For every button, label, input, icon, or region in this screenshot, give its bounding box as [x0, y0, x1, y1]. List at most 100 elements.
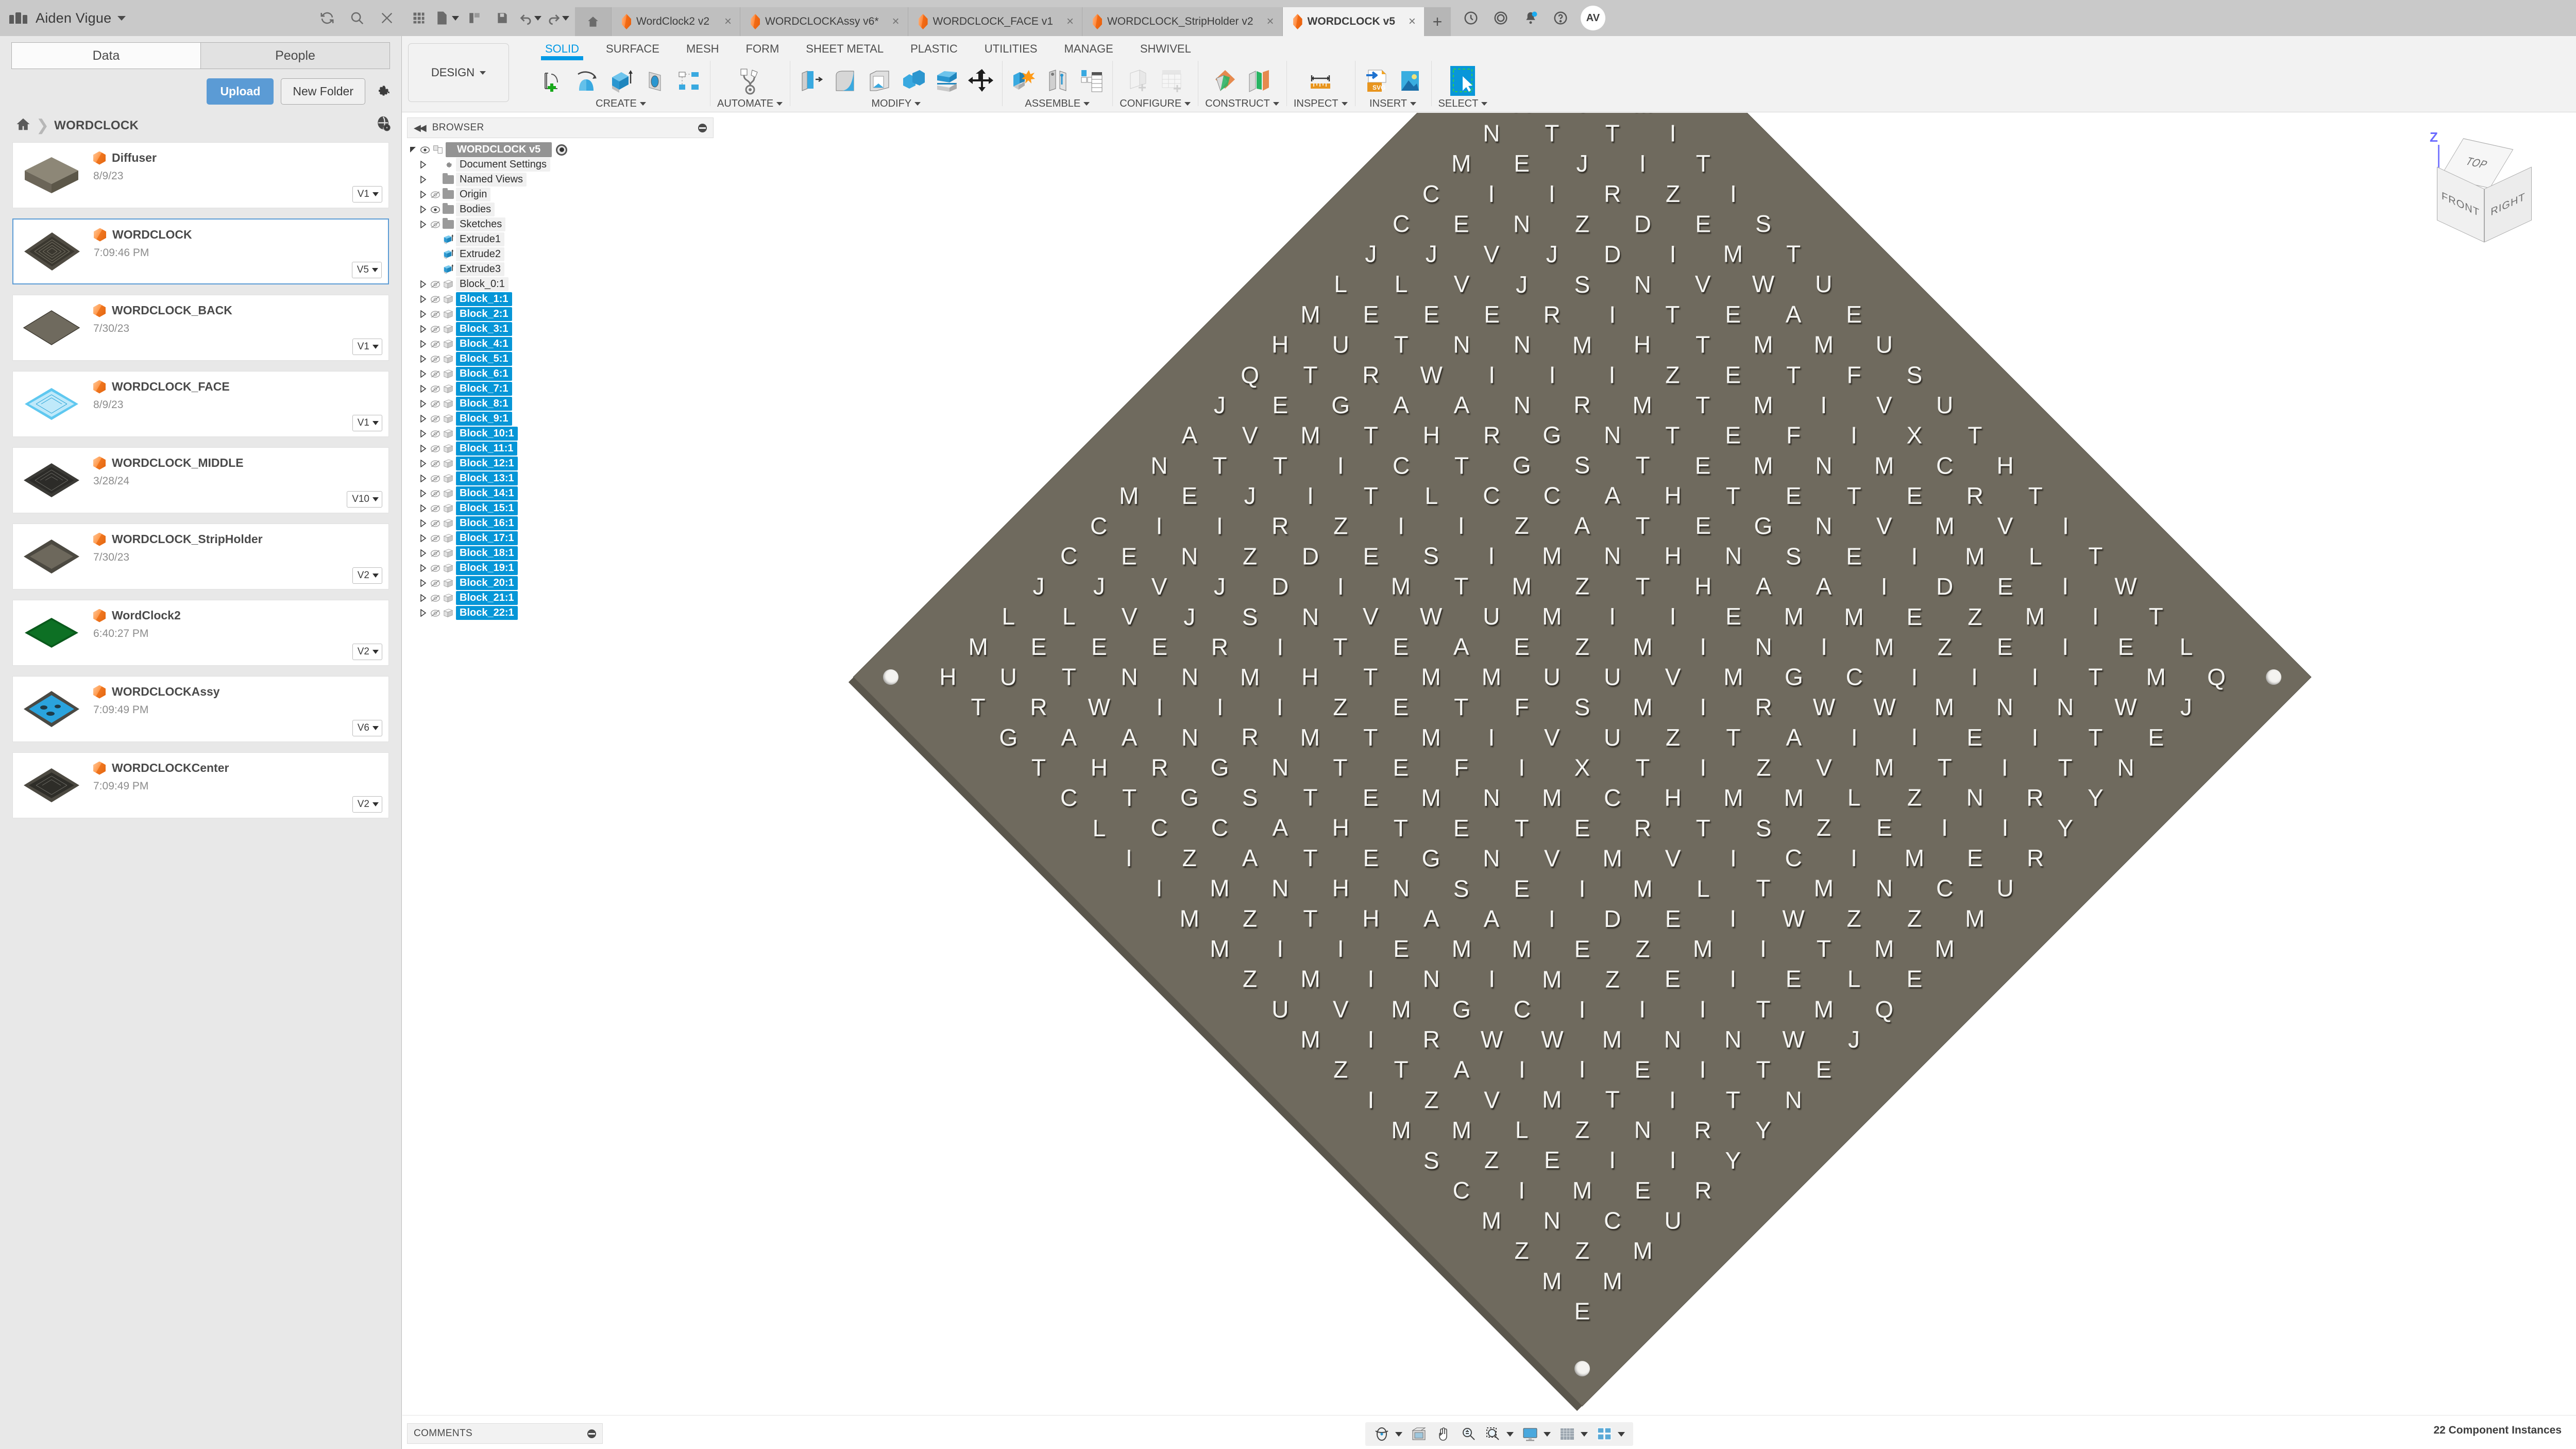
- visibility-eye-icon[interactable]: [429, 460, 442, 468]
- close-icon[interactable]: ×: [1253, 15, 1274, 28]
- grid-icon[interactable]: [405, 0, 433, 36]
- tab-data[interactable]: Data: [11, 42, 200, 69]
- expand-arrow-icon[interactable]: [407, 146, 418, 154]
- expand-arrow-icon[interactable]: [417, 340, 429, 348]
- look-at-icon[interactable]: [1406, 1422, 1431, 1446]
- ribbon-group-label[interactable]: ASSEMBLE: [1025, 98, 1090, 110]
- ribbon-group-label[interactable]: CREATE: [596, 98, 646, 110]
- undo-icon[interactable]: [516, 0, 544, 36]
- tab-people[interactable]: People: [200, 42, 390, 69]
- list-item[interactable]: WORDCLOCK_MIDDLE 3/28/24 V10: [12, 447, 389, 513]
- expand-arrow-icon[interactable]: [417, 295, 429, 303]
- ribbon-group-label[interactable]: AUTOMATE: [717, 98, 783, 110]
- split-body-icon[interactable]: [933, 65, 961, 97]
- expand-arrow-icon[interactable]: [417, 385, 429, 393]
- browser-tree-item[interactable]: Extrude3: [407, 262, 714, 277]
- expand-arrow-icon[interactable]: [417, 370, 429, 378]
- workspace-switcher-design[interactable]: DESIGN: [408, 43, 509, 102]
- list-item[interactable]: WORDCLOCKCenter 7:09:49 PM V2: [12, 752, 389, 818]
- ribbon-group-label[interactable]: CONSTRUCT: [1205, 98, 1279, 110]
- browser-tree-item[interactable]: Origin: [407, 187, 714, 202]
- visibility-eye-icon[interactable]: [429, 549, 442, 558]
- close-icon[interactable]: ×: [711, 15, 732, 28]
- close-icon[interactable]: ×: [879, 15, 900, 28]
- visibility-eye-icon[interactable]: [429, 564, 442, 572]
- doc-tab-3[interactable]: WORDCLOCK_StripHolder v2 ×: [1081, 7, 1282, 36]
- expand-arrow-icon[interactable]: [417, 206, 429, 213]
- activate-component-radio[interactable]: [556, 144, 568, 156]
- visibility-eye-icon[interactable]: [429, 415, 442, 423]
- expand-arrow-icon[interactable]: [417, 490, 429, 497]
- doc-tab-1[interactable]: WORDCLOCKAssy v6* ×: [740, 7, 908, 36]
- expand-arrow-icon[interactable]: [417, 310, 429, 318]
- visibility-eye-icon[interactable]: [429, 280, 442, 289]
- browser-tree-item[interactable]: Named Views: [407, 172, 714, 187]
- expand-arrow-icon[interactable]: [417, 176, 429, 183]
- expand-arrow-icon[interactable]: [417, 400, 429, 408]
- expand-arrow-icon[interactable]: [417, 445, 429, 452]
- globe-eye-icon[interactable]: [376, 116, 392, 135]
- select-window-icon[interactable]: [1449, 65, 1477, 97]
- joint-icon[interactable]: [1043, 65, 1071, 97]
- list-item[interactable]: Diffuser 8/9/23 V1: [12, 142, 389, 208]
- version-dropdown[interactable]: V2: [352, 567, 382, 584]
- visibility-eye-icon[interactable]: [429, 504, 442, 513]
- chevron-down-icon[interactable]: [1544, 1431, 1551, 1437]
- expand-arrow-icon[interactable]: [417, 325, 429, 333]
- visibility-eye-icon[interactable]: [429, 385, 442, 393]
- insert-svg-icon[interactable]: SVG: [1362, 65, 1390, 97]
- expand-arrow-icon[interactable]: [417, 534, 429, 542]
- visibility-eye-icon[interactable]: [429, 430, 442, 438]
- browser-tree-item[interactable]: Extrude2: [407, 247, 714, 262]
- browser-tree-item[interactable]: Extrude1: [407, 232, 714, 247]
- close-icon[interactable]: ×: [1395, 15, 1416, 28]
- new-file-icon[interactable]: [433, 0, 461, 36]
- shell-icon[interactable]: [865, 65, 893, 97]
- visibility-eye-icon[interactable]: [429, 325, 442, 333]
- browser-tree-item[interactable]: Block_4:1: [407, 336, 714, 351]
- browser-tree-item[interactable]: Block_8:1: [407, 396, 714, 411]
- browser-tree-item[interactable]: Block_9:1: [407, 411, 714, 426]
- redo-icon[interactable]: [544, 0, 572, 36]
- visibility-eye-icon[interactable]: [429, 579, 442, 587]
- list-item[interactable]: WORDCLOCK 7:09:46 PM V5: [12, 218, 389, 284]
- orbit-icon[interactable]: [1369, 1422, 1394, 1446]
- list-item[interactable]: WORDCLOCKAssy 7:09:49 PM V6: [12, 676, 389, 742]
- configure-body-icon[interactable]: [1124, 65, 1152, 97]
- notification-bell-icon[interactable]: [1516, 0, 1546, 36]
- ribbon-group-label[interactable]: INSPECT: [1294, 98, 1348, 110]
- expand-arrow-icon[interactable]: [417, 504, 429, 512]
- close-icon[interactable]: ×: [1053, 15, 1074, 28]
- collapse-left-icon[interactable]: ◀◀: [414, 123, 427, 133]
- browser-tree-item[interactable]: Block_16:1: [407, 516, 714, 531]
- browser-tree-item[interactable]: Block_18:1: [407, 546, 714, 561]
- expand-arrow-icon[interactable]: [417, 579, 429, 587]
- visibility-eye-icon[interactable]: [429, 490, 442, 498]
- chevron-down-icon[interactable]: [1395, 1431, 1402, 1437]
- browser-tree-item[interactable]: Block_17:1: [407, 531, 714, 546]
- browser-tree-item[interactable]: Sketches: [407, 217, 714, 232]
- version-dropdown[interactable]: V5: [351, 262, 382, 278]
- browser-tree-item[interactable]: Block_19:1: [407, 561, 714, 576]
- ribbon-tab-manage[interactable]: MANAGE: [1050, 39, 1126, 58]
- save-icon[interactable]: [488, 0, 516, 36]
- visibility-eye-icon[interactable]: [429, 400, 442, 408]
- zoom-icon[interactable]: [1456, 1422, 1481, 1446]
- expand-arrow-icon[interactable]: [417, 415, 429, 423]
- home-icon[interactable]: [15, 116, 31, 134]
- chevron-down-icon[interactable]: [117, 15, 126, 21]
- insert-image-icon[interactable]: [1396, 65, 1424, 97]
- doc-tab-2[interactable]: WORDCLOCK_FACE v1 ×: [907, 7, 1082, 36]
- version-dropdown[interactable]: V1: [352, 186, 382, 203]
- press-pull-icon[interactable]: [797, 65, 825, 97]
- chevron-down-icon[interactable]: [1581, 1431, 1588, 1437]
- ribbon-group-label[interactable]: MODIFY: [871, 98, 921, 110]
- offset-plane-icon[interactable]: [1211, 65, 1239, 97]
- chevron-down-icon[interactable]: [1506, 1431, 1514, 1437]
- browser-tree-item[interactable]: Bodies: [407, 202, 714, 217]
- ribbon-tab-form[interactable]: FORM: [733, 39, 793, 58]
- browser-tree-item[interactable]: Block_12:1: [407, 456, 714, 471]
- job-status-icon[interactable]: [1456, 0, 1486, 36]
- expand-arrow-icon[interactable]: [417, 475, 429, 482]
- expand-arrow-icon[interactable]: [417, 191, 429, 198]
